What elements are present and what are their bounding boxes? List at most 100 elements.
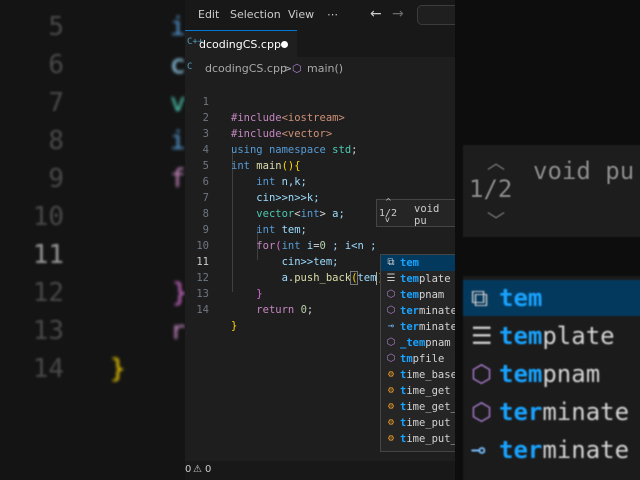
breadcrumb: C dcodingCS.cpp > ⬡ main()	[185, 58, 455, 80]
keyword-icon: ☰	[471, 322, 493, 350]
menu-view[interactable]: View	[288, 8, 314, 21]
background-zoom-left: 5 6 7 8 9 10 11 12 13 14 i c v i f } r }	[0, 0, 185, 480]
suggest-item[interactable]: ⚙ time_put	[381, 415, 455, 431]
suggest-label: tempnam	[400, 289, 445, 301]
function-icon: ⬡	[386, 289, 396, 300]
code-line[interactable]: 7 vector<int> a;	[185, 174, 455, 220]
tab-bar: C++ dcodingCS.cpp	[185, 30, 455, 58]
bg-code-fragment: i	[170, 12, 185, 42]
bg-suggest-item: ⧉ tem	[463, 280, 640, 316]
line-number: 14	[196, 304, 209, 316]
snippet-icon: ⧉	[387, 257, 395, 268]
suggest-item[interactable]: ⬡ _tempnam	[381, 335, 455, 351]
suggest-item[interactable]: ⚙ time_get	[381, 383, 455, 399]
signature-text: void pu	[414, 203, 440, 227]
status-bar: 0 ⚠ 0	[185, 461, 455, 480]
keyword-icon: ☰	[386, 273, 396, 284]
suggest-widget: ⧉ tem ☰ template ⬡ tempnam ⬡ terminate ⊸ term…	[380, 254, 455, 452]
warning-icon: ⚠	[193, 464, 202, 475]
code-line[interactable]: 1 #include<iostream>	[185, 78, 455, 124]
suggest-label: tmpfile	[400, 353, 445, 365]
suggest-label: time_base	[400, 369, 455, 381]
breadcrumb-symbol[interactable]: main()	[307, 62, 343, 75]
tab-label: dcodingCS.cpp	[199, 38, 281, 51]
class-icon: ⚙	[387, 385, 395, 396]
menu-bar: Edit Selection View ⋯ ← →	[185, 0, 455, 30]
code-line[interactable]: 2 #include<vector>	[185, 94, 455, 140]
suggest-label: time_get_	[400, 401, 455, 413]
suggest-item[interactable]: ☰ template	[381, 271, 455, 287]
bg-code-fragment: c	[170, 50, 185, 80]
variable-icon: ⊸	[471, 436, 486, 464]
class-icon: ⚙	[387, 433, 395, 444]
unsaved-dot-icon[interactable]	[281, 41, 288, 48]
chevron-down-icon[interactable]: v	[385, 215, 390, 224]
suggest-item[interactable]: ⚙ time_base	[381, 367, 455, 383]
code-line-current[interactable]: 11 a.push_back(tem)	[185, 238, 455, 285]
back-arrow-icon[interactable]: ←	[370, 6, 382, 22]
bg-line-number: 14	[32, 354, 64, 384]
bg-code-fragment: }	[172, 278, 185, 308]
suggest-label: time_put	[400, 417, 451, 429]
tab-dcodingcs-cpp[interactable]: C++ dcodingCS.cpp	[185, 30, 297, 58]
bg-hint-signature: void pu	[533, 157, 635, 185]
suggest-label: tem	[400, 257, 419, 269]
suggest-label: _tempnam	[400, 337, 451, 349]
bg-chevron-down-icon: ﹀	[487, 211, 505, 232]
menu-edit[interactable]: Edit	[198, 8, 219, 21]
class-icon: ⚙	[387, 401, 395, 412]
bg-parameter-hint: ︿ 1/2 void pu ﹀	[463, 145, 640, 237]
bg-suggest-item: ⊸ terminate	[471, 432, 629, 468]
code-line[interactable]: 3 using namespace std;	[185, 110, 455, 156]
bg-code-fragment: }	[110, 354, 126, 384]
command-center-search[interactable]	[417, 5, 455, 25]
bg-line-number: 12	[32, 278, 64, 308]
function-icon: ⬡	[386, 337, 396, 348]
line-text: return 0;	[256, 304, 314, 316]
bg-code-fragment: r	[170, 316, 185, 346]
bg-suggest-item: ⬡ terminate	[471, 394, 629, 430]
bg-line-number: 7	[48, 88, 64, 118]
bg-line-number: 13	[32, 316, 64, 346]
function-icon: ⬡	[386, 305, 396, 316]
snippet-icon: ⧉	[471, 284, 489, 312]
suggest-label: time_get	[400, 385, 451, 397]
bg-line-number: 5	[48, 12, 64, 42]
suggest-item[interactable]: ⊸ terminate	[381, 319, 455, 335]
bg-code-fragment: v	[170, 88, 185, 118]
forward-arrow-icon[interactable]: →	[392, 6, 404, 22]
bg-line-number: 6	[48, 50, 64, 80]
bg-chevron-up-icon: ︿	[487, 153, 505, 174]
method-icon: ⬡	[292, 62, 302, 75]
suggest-item[interactable]: ⬡ tempnam	[381, 287, 455, 303]
bg-suggest-item: ☰ template	[471, 318, 615, 354]
function-icon: ⬡	[386, 353, 396, 364]
suggest-item[interactable]: ⚙ time_put_	[381, 431, 455, 447]
bg-line-number: 10	[32, 202, 64, 232]
warning-count[interactable]: 0	[205, 464, 211, 475]
error-count[interactable]: 0	[185, 464, 191, 475]
chevron-up-icon[interactable]: ^	[385, 197, 392, 206]
cpp-file-icon: C	[187, 62, 193, 72]
menu-more-icon[interactable]: ⋯	[327, 8, 338, 21]
function-icon: ⬡	[471, 360, 492, 388]
line-text: }	[231, 320, 238, 332]
bg-code-fragment: i	[170, 126, 185, 156]
parameter-hint-widget: ^ 1/2 v void pu	[376, 197, 455, 227]
variable-icon: ⊸	[387, 321, 395, 332]
suggest-label: template	[400, 273, 451, 285]
code-line[interactable]: 5 int n,k;	[185, 142, 455, 188]
code-line[interactable]: 6 cin>>n>>k;	[185, 158, 455, 204]
suggest-item[interactable]: ⚙ time_get_	[381, 399, 455, 415]
background-zoom-right: ︿ 1/2 void pu ﹀ ⧉ tem ☰ template ⬡ tempnam …	[455, 0, 640, 480]
bg-code-fragment	[455, 236, 485, 276]
suggest-item[interactable]: ⧉ tem	[381, 255, 455, 271]
suggest-item[interactable]: ⬡ tmpfile	[381, 351, 455, 367]
breadcrumb-file[interactable]: dcodingCS.cpp	[205, 62, 287, 75]
menu-selection[interactable]: Selection	[230, 8, 281, 21]
suggest-item[interactable]: ⬡ terminate	[381, 303, 455, 319]
bg-line-number: 9	[48, 164, 64, 194]
function-icon: ⬡	[471, 398, 492, 426]
class-icon: ⚙	[387, 417, 395, 428]
code-line[interactable]: 4 int main(){	[185, 126, 455, 172]
